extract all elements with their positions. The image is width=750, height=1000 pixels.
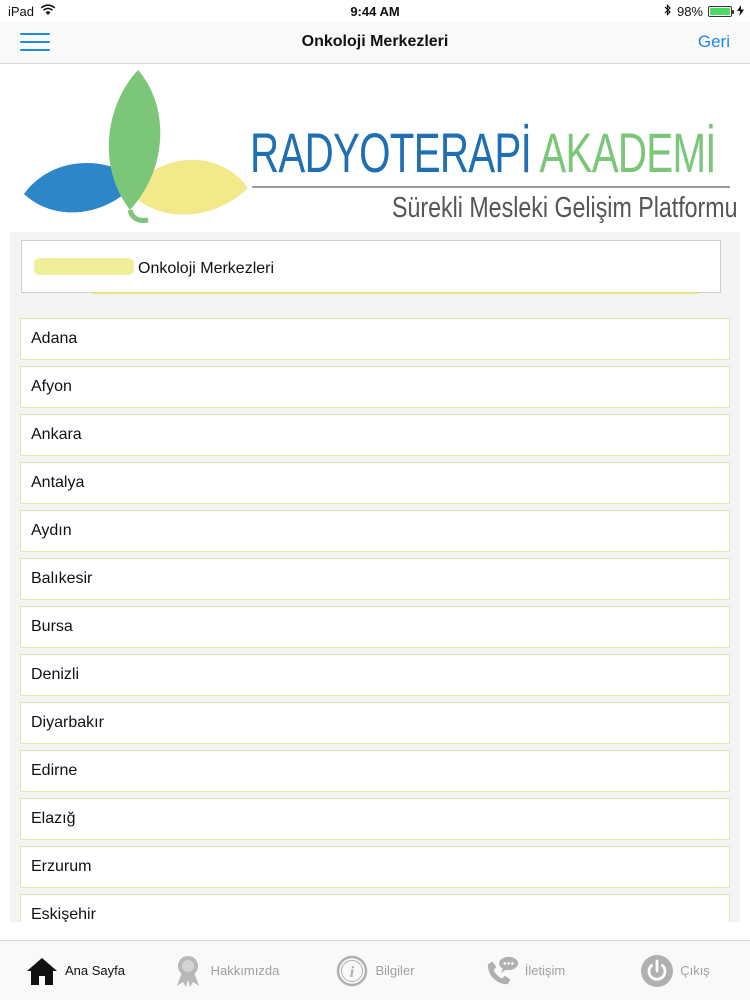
nav-title: Onkoloji Merkezleri bbox=[301, 33, 449, 50]
status-bar: iPad 9:44 AM 98% bbox=[0, 0, 750, 22]
navigation-bar: Onkoloji Merkezleri Geri bbox=[0, 22, 750, 64]
list-item[interactable]: Diyarbakır bbox=[20, 702, 730, 744]
tab-label: Hakkımızda bbox=[210, 963, 280, 978]
home-icon bbox=[25, 954, 59, 988]
tab-home[interactable]: Ana Sayfa bbox=[0, 941, 150, 1000]
status-time: 9:44 AM bbox=[350, 4, 400, 19]
battery-icon bbox=[708, 6, 734, 17]
tab-info[interactable]: i Bilgiler bbox=[300, 941, 450, 1000]
content-area[interactable]: Onkoloji Merkezleri Adana Afyon Ankara A… bbox=[10, 232, 740, 922]
brand-name-part1: RADYOTERAPİ bbox=[250, 121, 532, 184]
back-button[interactable]: Geri bbox=[698, 32, 730, 52]
power-icon bbox=[640, 954, 674, 988]
tab-contact[interactable]: İletişim bbox=[450, 941, 600, 1000]
list-item[interactable]: Denizli bbox=[20, 654, 730, 696]
battery-percent: 98% bbox=[676, 4, 703, 19]
tab-bar: Ana Sayfa Hakkımızda i Bilgiler İletişim… bbox=[0, 940, 750, 1000]
tab-logout[interactable]: Çıkış bbox=[600, 941, 750, 1000]
list-item[interactable]: Antalya bbox=[20, 462, 730, 504]
brand-name-part2: AKADEMİ bbox=[539, 121, 716, 184]
list-item[interactable]: Erzurum bbox=[20, 846, 730, 888]
tab-about[interactable]: Hakkımızda bbox=[150, 941, 300, 1000]
list-item[interactable]: Bursa bbox=[20, 606, 730, 648]
header-underline bbox=[92, 292, 698, 294]
header-highlight bbox=[34, 258, 134, 275]
list-item[interactable]: Balıkesir bbox=[20, 558, 730, 600]
brand-tagline: Sürekli Mesleki Gelişim Platformu bbox=[392, 192, 738, 224]
tab-label: Çıkış bbox=[680, 963, 710, 978]
bluetooth-icon bbox=[664, 4, 672, 19]
brand-divider bbox=[252, 186, 730, 188]
section-title: Onkoloji Merkezleri bbox=[138, 260, 275, 277]
brand-name: RADYOTERAPİ AKADEMİ bbox=[250, 120, 717, 185]
tab-label: Bilgiler bbox=[375, 963, 415, 978]
phone-chat-icon bbox=[485, 954, 519, 988]
section-header: Onkoloji Merkezleri bbox=[21, 240, 721, 294]
tab-label: İletişim bbox=[524, 963, 566, 978]
list-item[interactable]: Elazığ bbox=[20, 798, 730, 840]
info-icon: i bbox=[335, 954, 369, 988]
list-item[interactable]: Afyon bbox=[20, 366, 730, 408]
charging-icon bbox=[737, 4, 744, 19]
award-icon bbox=[171, 954, 205, 988]
list-item[interactable]: Aydın bbox=[20, 510, 730, 552]
list-item[interactable]: Ankara bbox=[20, 414, 730, 456]
city-list: Adana Afyon Ankara Antalya Aydın Balıkes… bbox=[20, 318, 730, 922]
leaf-logo-icon bbox=[24, 70, 248, 223]
tab-label: Ana Sayfa bbox=[65, 963, 125, 978]
brand-banner: RADYOTERAPİ AKADEMİ Sürekli Mesleki Geli… bbox=[0, 64, 750, 232]
list-item[interactable]: Adana bbox=[20, 318, 730, 360]
list-item[interactable]: Edirne bbox=[20, 750, 730, 792]
svg-text:i: i bbox=[350, 964, 355, 981]
list-item[interactable]: Eskişehir bbox=[20, 894, 730, 922]
